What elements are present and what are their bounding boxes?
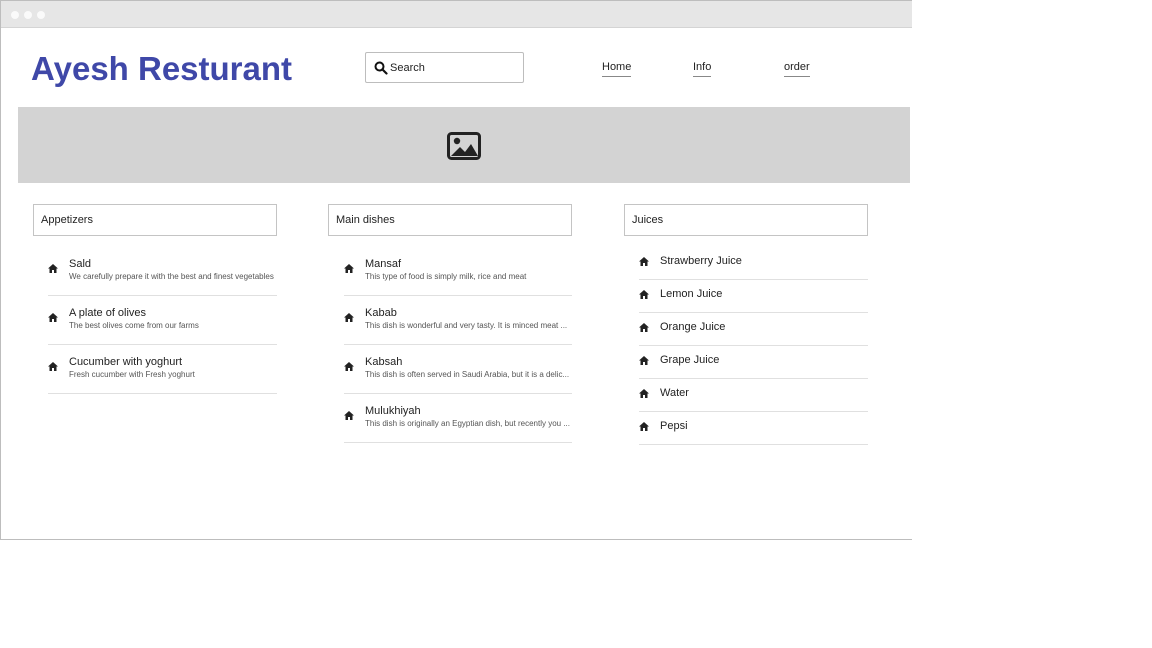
item-name: Water (660, 387, 689, 399)
list-item[interactable]: Grape Juice (639, 346, 868, 379)
image-icon (447, 132, 481, 160)
home-icon (48, 264, 58, 273)
list-item[interactable]: Water (639, 379, 868, 412)
list-item[interactable]: Orange Juice (639, 313, 868, 346)
browser-window: Ayesh Resturant Home Info order Appetize… (0, 0, 912, 540)
window-minimize-dot[interactable] (24, 11, 32, 19)
item-name: Cucumber with yoghurt (69, 356, 183, 368)
juices-list: Strawberry Juice Lemon Juice Orange Juic… (639, 247, 868, 445)
main-dishes-header: Main dishes (328, 204, 572, 236)
item-description: This type of food is simply milk, rice a… (365, 272, 527, 281)
nav-info-link[interactable]: Info (693, 61, 712, 77)
item-name: Kabab (365, 307, 397, 319)
home-icon (48, 362, 58, 371)
item-name: Orange Juice (660, 321, 726, 333)
home-icon (639, 257, 649, 266)
window-close-dot[interactable] (11, 11, 19, 19)
list-item[interactable]: Strawberry Juice (639, 247, 868, 280)
item-name: Mansaf (365, 258, 402, 270)
list-item[interactable]: Kabsah This dish is often served in Saud… (344, 345, 572, 394)
item-name: Pepsi (660, 420, 688, 432)
item-description: This dish is often served in Saudi Arabi… (365, 370, 570, 379)
appetizers-list: Sald We carefully prepare it with the be… (48, 247, 277, 394)
list-item[interactable]: Mulukhiyah This dish is originally an Eg… (344, 394, 572, 443)
item-description: This dish is wonderful and very tasty. I… (365, 321, 568, 330)
item-description: This dish is originally an Egyptian dish… (365, 419, 570, 428)
nav-home-link[interactable]: Home (602, 61, 632, 77)
nav-order-link[interactable]: order (784, 61, 810, 77)
item-name: Kabsah (365, 356, 403, 368)
list-item[interactable]: Sald We carefully prepare it with the be… (48, 247, 277, 296)
home-icon (639, 323, 649, 332)
item-description: Fresh cucumber with Fresh yoghurt (69, 370, 195, 379)
item-name: A plate of olives (69, 307, 147, 319)
home-icon (344, 264, 354, 273)
item-description: The best olives come from our farms (69, 321, 199, 330)
home-icon (639, 356, 649, 365)
window-titlebar (1, 1, 912, 28)
home-icon (344, 362, 354, 371)
main-dishes-list: Mansaf This type of food is simply milk,… (344, 247, 572, 443)
home-icon (344, 411, 354, 420)
list-item[interactable]: Kabab This dish is wonderful and very ta… (344, 296, 572, 345)
item-name: Mulukhiyah (365, 405, 421, 417)
list-item[interactable]: Lemon Juice (639, 280, 868, 313)
home-icon (639, 422, 649, 431)
search-input[interactable] (390, 58, 518, 78)
list-item[interactable]: A plate of olives The best olives come f… (48, 296, 277, 345)
list-item[interactable]: Cucumber with yoghurt Fresh cucumber wit… (48, 345, 277, 394)
site-title: Ayesh Resturant (31, 50, 293, 87)
home-icon (639, 389, 649, 398)
appetizers-header: Appetizers (33, 204, 277, 236)
item-description: We carefully prepare it with the best an… (69, 272, 274, 281)
search-box[interactable] (365, 52, 524, 83)
list-item[interactable]: Mansaf This type of food is simply milk,… (344, 247, 572, 296)
item-name: Lemon Juice (660, 288, 723, 300)
list-item[interactable]: Pepsi (639, 412, 868, 445)
hero-banner-image (18, 107, 910, 183)
home-icon (344, 313, 354, 322)
item-name: Grape Juice (660, 354, 720, 366)
search-icon (374, 61, 388, 75)
item-name: Strawberry Juice (660, 255, 742, 267)
home-icon (639, 290, 649, 299)
window-maximize-dot[interactable] (37, 11, 45, 19)
item-name: Sald (69, 258, 92, 270)
juices-header: Juices (624, 204, 868, 236)
home-icon (48, 313, 58, 322)
